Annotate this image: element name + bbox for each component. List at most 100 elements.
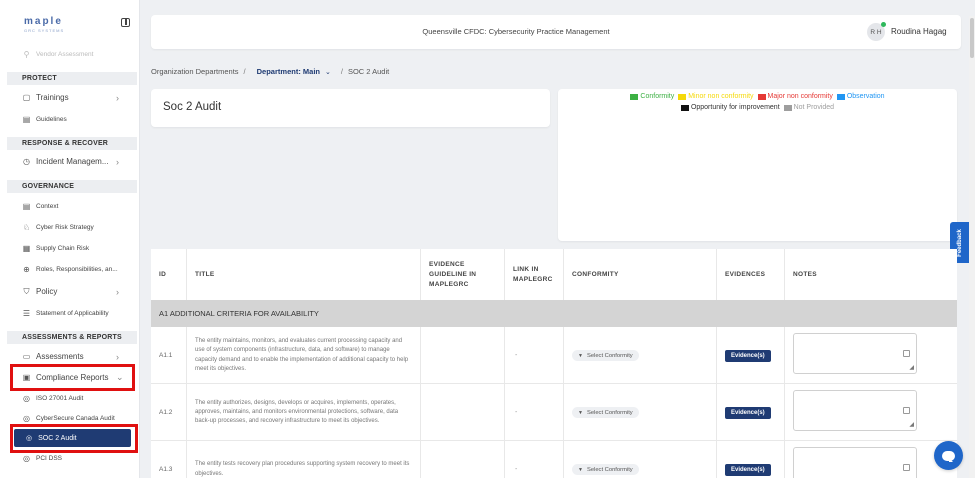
row-link: - [505, 327, 564, 384]
table-row: A1.1 The entity maintains, monitors, and… [151, 327, 957, 384]
sidebar-item-trainings[interactable]: ▢ Trainings › [22, 93, 119, 103]
row-link: - [505, 384, 564, 441]
notes-textarea[interactable]: ◢ [793, 390, 917, 431]
legend-opportunity-for-improvement[interactable]: Opportunity for improvement [680, 104, 780, 111]
row-title: The entity maintains, monitors, and eval… [187, 327, 421, 384]
row-conformity-cell: ▼ Select Conformity [564, 441, 717, 478]
header-title: Queensville CFDC: Cybersecurity Practice… [422, 27, 610, 36]
row-id: A1.2 [151, 384, 187, 441]
circle-icon: ◎ [26, 435, 33, 442]
document-icon: ▤ [22, 202, 31, 211]
app-logo-subtitle: GRC SYSTEMS [24, 28, 65, 33]
col-header-evidence-guideline: EVIDENCE GUIDELINE IN MAPLEGRC [421, 249, 505, 300]
breadcrumb: Organization Departments / Department: M… [151, 67, 390, 76]
conformity-chart-card: Conformity Minor non conformity Major no… [558, 89, 957, 241]
save-icon[interactable] [903, 407, 910, 414]
col-header-conformity: CONFORMITY [564, 249, 717, 300]
save-icon[interactable] [903, 464, 910, 471]
sidebar-item-context[interactable]: ▤ Context [22, 202, 59, 211]
chevron-down-icon: ⌄ [116, 372, 124, 382]
select-conformity-dropdown[interactable]: ▼ Select Conformity [572, 464, 639, 475]
sidebar-item-compliance-reports[interactable]: ▣ Compliance Reports ⌄ [22, 372, 124, 382]
row-id: A1.3 [151, 441, 187, 478]
notes-textarea[interactable]: ◢ [793, 447, 917, 478]
sidebar-item-vendor-assessment[interactable]: ⚲ Vendor Assessment [22, 50, 94, 59]
report-icon: ▣ [22, 373, 31, 382]
user-name[interactable]: Roudina Hagag [891, 27, 947, 36]
guidelines-icon: ▤ [22, 115, 31, 124]
sidebar: maple GRC SYSTEMS ⚲ Vendor Assessment PR… [0, 0, 140, 478]
app-logo[interactable]: maple [24, 16, 63, 27]
row-title: The entity authorizes, designs, develops… [187, 384, 421, 441]
scrollbar-thumb[interactable] [970, 18, 974, 58]
clock-icon: ◷ [23, 157, 30, 166]
page-scrollbar[interactable] [969, 16, 975, 478]
sidebar-item-incident-management[interactable]: ◷ Incident Managem... › [22, 157, 119, 167]
circle-icon: ◎ [23, 454, 30, 463]
col-header-notes: NOTES [793, 270, 817, 278]
page-title-card: Soc 2 Audit [151, 89, 550, 127]
sidebar-item-pci-dss[interactable]: ◎ PCI DSS [22, 454, 62, 463]
sidebar-item-roles[interactable]: ⊕ Roles, Responsibilities, an... [22, 265, 118, 274]
row-evidences-cell: Evidence(s) [717, 327, 785, 384]
sidebar-item-cyber-risk-strategy[interactable]: ♘ Cyber Risk Strategy [22, 223, 94, 232]
chevron-right-icon: › [116, 351, 119, 362]
section-governance: GOVERNANCE [7, 180, 137, 193]
select-conformity-dropdown[interactable]: ▼ Select Conformity [572, 407, 639, 418]
department-dropdown[interactable]: Department: Main [257, 67, 320, 76]
row-notes-cell: ◢ [785, 441, 957, 478]
chevron-right-icon: › [116, 92, 119, 103]
legend-not-provided[interactable]: Not Provided [783, 104, 834, 111]
row-evidence-guideline [421, 327, 505, 384]
legend-major-non-conformity[interactable]: Major non conformity [757, 93, 833, 100]
sidebar-item-assessments[interactable]: ▭ Assessments › [22, 352, 119, 362]
row-evidence-guideline [421, 384, 505, 441]
evidences-button[interactable]: Evidence(s) [725, 349, 771, 362]
training-icon: ▢ [22, 93, 31, 102]
sidebar-item-iso-27001-audit[interactable]: ◎ ISO 27001 Audit [22, 394, 83, 403]
select-conformity-dropdown[interactable]: ▼ Select Conformity [572, 350, 639, 361]
sidebar-item-statement-of-applicability[interactable]: ☰ Statement of Applicability [22, 309, 109, 318]
caret-down-icon: ▼ [578, 466, 583, 473]
audit-table: ID TITLE EVIDENCE GUIDELINE IN MAPLEGRC … [151, 249, 957, 478]
col-header-title: TITLE [187, 249, 421, 300]
row-conformity-cell: ▼ Select Conformity [564, 327, 717, 384]
sidebar-item-soc2-audit[interactable]: ◎ SOC 2 Audit [14, 429, 131, 447]
assessment-icon: ▭ [22, 352, 31, 361]
caret-down-icon: ▼ [578, 352, 583, 359]
sidebar-item-supply-chain-risk[interactable]: ▦ Supply Chain Risk [22, 244, 89, 253]
row-link: - [505, 441, 564, 478]
vendor-icon: ⚲ [23, 50, 30, 59]
row-notes-cell: ◢ [785, 327, 957, 384]
legend-row-2: Opportunity for improvement Not Provided [558, 104, 957, 113]
legend-conformity[interactable]: Conformity [630, 93, 674, 100]
evidences-button[interactable]: Evidence(s) [725, 406, 771, 419]
table-row: A1.3 The entity tests recovery plan proc… [151, 441, 957, 478]
section-assessments-reports: ASSESSMENTS & REPORTS [7, 331, 137, 344]
row-title: The entity tests recovery plan procedure… [187, 441, 421, 478]
legend-observation[interactable]: Observation [836, 93, 885, 100]
notes-textarea[interactable]: ◢ [793, 333, 917, 374]
evidences-button[interactable]: Evidence(s) [725, 463, 771, 476]
breadcrumb-org-departments[interactable]: Organization Departments [151, 67, 239, 76]
sidebar-collapse-icon[interactable] [121, 18, 130, 27]
caret-down-icon: ▼ [578, 409, 583, 416]
chat-button[interactable] [934, 441, 963, 470]
sidebar-item-policy[interactable]: ⛉ Policy › [22, 287, 120, 297]
chat-icon [942, 450, 955, 462]
legend-minor-non-conformity[interactable]: Minor non conformity [678, 93, 754, 100]
save-icon[interactable] [903, 350, 910, 357]
col-header-link: LINK IN MAPLEGRC [505, 249, 564, 300]
circle-icon: ◎ [23, 414, 30, 423]
group-row-a1: A1 ADDITIONAL CRITERIA FOR AVAILABILITY [151, 300, 957, 327]
sidebar-item-guidelines[interactable]: ▤ Guidelines [22, 115, 67, 124]
row-id: A1.1 [151, 327, 187, 384]
col-header-evidences: EVIDENCES [717, 249, 785, 300]
resize-handle-icon[interactable]: ◢ [909, 365, 914, 371]
chevron-down-icon[interactable]: ⌄ [325, 68, 331, 76]
breadcrumb-current: SOC 2 Audit [347, 67, 390, 76]
sidebar-item-cybersecure-canada-audit[interactable]: ◎ CyberSecure Canada Audit [22, 414, 115, 423]
page-title: Soc 2 Audit [163, 101, 222, 113]
resize-handle-icon[interactable]: ◢ [909, 422, 914, 428]
row-notes-cell: ◢ [785, 384, 957, 441]
